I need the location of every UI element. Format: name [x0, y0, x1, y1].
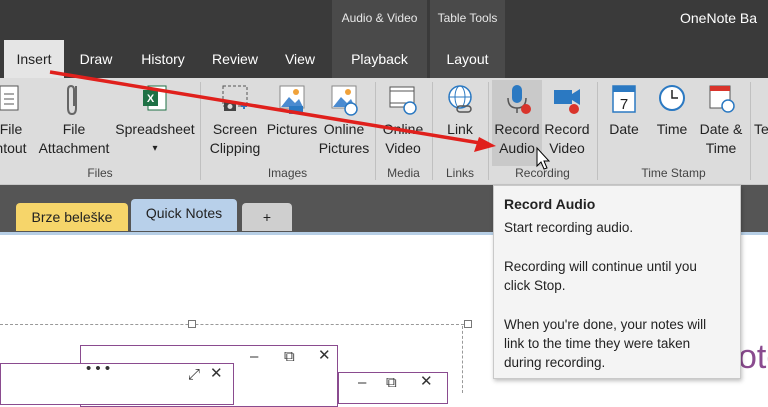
annotation-arrow-shaft — [49, 70, 481, 145]
annotation-arrow-head — [474, 137, 496, 152]
annotation-overlay — [49, 70, 551, 170]
mouse-cursor-icon — [536, 146, 551, 170]
